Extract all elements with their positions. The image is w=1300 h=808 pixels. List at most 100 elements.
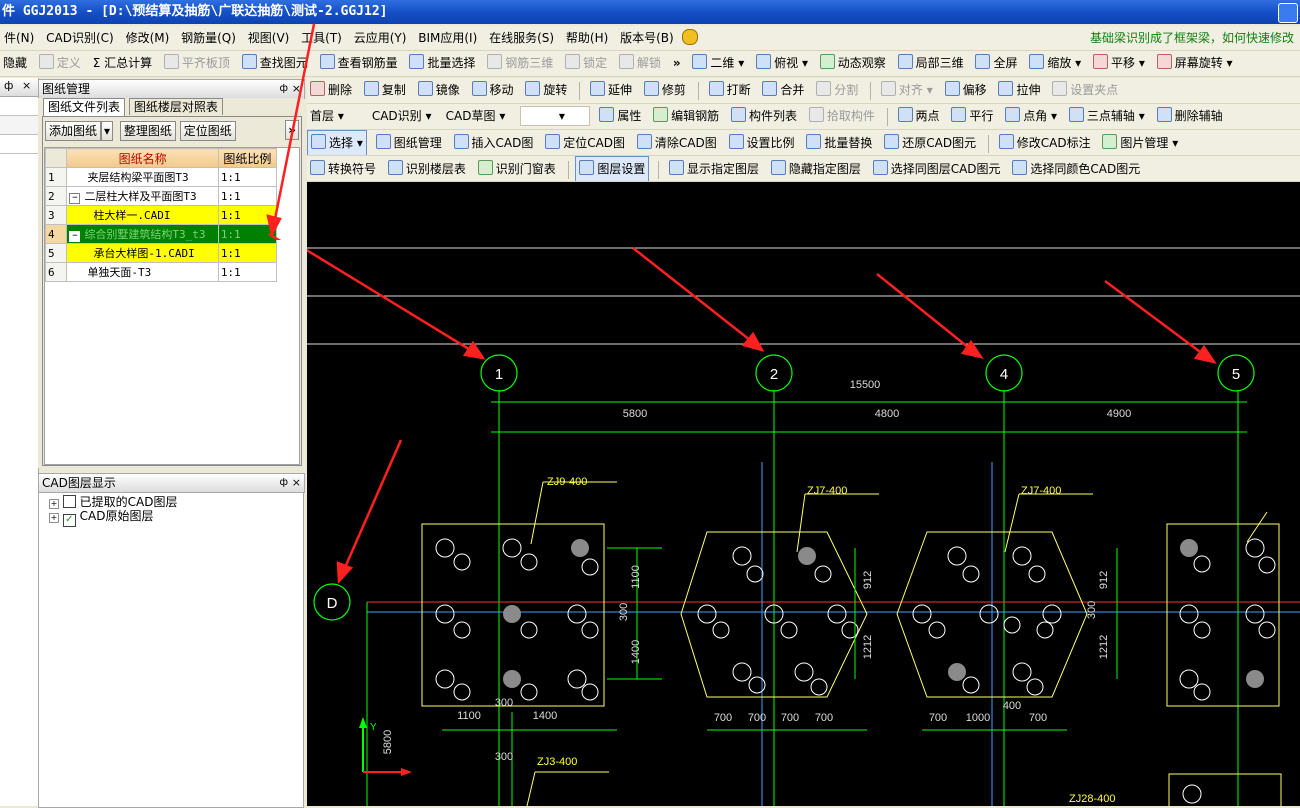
align-dropdown[interactable]: 对齐 ▾	[878, 78, 936, 103]
expand-icon[interactable]: +	[49, 499, 59, 509]
dynamic-view-button[interactable]: 动态观察	[817, 51, 889, 76]
close-icon[interactable]: ×	[292, 80, 301, 98]
user-avatar-icon[interactable]	[681, 29, 698, 45]
menu-cad-recognize[interactable]: CAD识别(C)	[42, 26, 118, 50]
merge-button[interactable]: 合并	[759, 78, 807, 103]
tab-floor-mapping[interactable]: 图纸楼层对照表	[128, 98, 223, 115]
table-row[interactable]: 5 承台大样图-1.CADI 1:1	[44, 243, 278, 263]
drawing-ratio-cell[interactable]: 1:1	[217, 186, 278, 206]
table-row[interactable]: 2 − 二层柱大样及平面图T3 1:1	[44, 186, 278, 206]
close-icon[interactable]: ×	[22, 79, 31, 92]
convert-symbol-button[interactable]: 转换符号	[307, 157, 379, 181]
component-select[interactable]: ▾	[520, 106, 591, 126]
sub-mode-select[interactable]: CAD草图 ▾	[443, 104, 515, 129]
three-point-aux-dropdown[interactable]: 三点辅轴 ▾	[1066, 104, 1148, 129]
hide-button[interactable]: 隐藏	[0, 51, 30, 76]
view-2d-dropdown[interactable]: 二维 ▾	[689, 51, 747, 76]
summary-calc-button[interactable]: Σ 汇总计算	[90, 51, 155, 76]
expand-icon[interactable]: +	[49, 513, 59, 523]
menu-file[interactable]: 件(N)	[0, 26, 38, 50]
add-drawing-dropdown-icon[interactable]: ▾	[101, 121, 114, 141]
recognize-floor-table-button[interactable]: 识别楼层表	[385, 157, 469, 181]
drawing-name-cell[interactable]: 单独天面-T3	[66, 262, 219, 282]
edit-rebar-button[interactable]: 编辑钢筋	[650, 104, 722, 129]
pick-component-button[interactable]: 拾取构件	[806, 104, 878, 129]
menu-online-service[interactable]: 在线服务(S)	[485, 26, 558, 50]
clear-cad-button[interactable]: 清除CAD图	[634, 131, 720, 155]
screen-rotate-dropdown[interactable]: 屏幕旋转 ▾	[1154, 51, 1236, 76]
drawing-name-cell[interactable]: 承台大样图-1.CADI	[66, 243, 219, 263]
locate-cad-button[interactable]: 定位CAD图	[542, 131, 628, 155]
menu-cloud[interactable]: 云应用(Y)	[350, 26, 411, 50]
batch-select-button[interactable]: 批量选择	[406, 51, 478, 76]
rotate-button[interactable]: 旋转	[522, 78, 570, 103]
offset-button[interactable]: 偏移	[942, 78, 990, 103]
table-row-selected[interactable]: 4 − 综合别墅建筑结构T3_t3 1:1	[44, 224, 278, 244]
delete-button[interactable]: 删除	[307, 78, 355, 103]
layer-tree-item[interactable]: + ✓ CAD原始图层	[49, 509, 154, 527]
menu-version[interactable]: 版本号(B)	[616, 26, 678, 50]
fullscreen-button[interactable]: 全屏	[972, 51, 1020, 76]
define-button[interactable]: 定义	[36, 51, 84, 76]
stretch-button[interactable]: 拉伸	[995, 78, 1043, 103]
pin-icon[interactable]: ф	[279, 474, 288, 492]
unlock-button[interactable]: 解锁	[616, 51, 664, 76]
menu-rebar-quantity[interactable]: 钢筋量(Q)	[177, 26, 240, 50]
left-dock-row[interactable]	[0, 135, 38, 154]
align-slab-top-button[interactable]: 平齐板顶	[161, 51, 233, 76]
organize-drawing-button[interactable]: 整理图纸	[119, 121, 176, 141]
component-list-button[interactable]: 构件列表	[728, 104, 800, 129]
point-angle-dropdown[interactable]: 点角 ▾	[1002, 104, 1060, 129]
mode-select[interactable]: CAD识别 ▾	[369, 104, 437, 129]
pin-icon[interactable]: ф	[4, 79, 13, 92]
drawing-name-cell[interactable]: 柱大样一.CADI	[66, 205, 219, 225]
show-layer-button[interactable]: 显示指定图层	[666, 157, 762, 181]
menu-help[interactable]: 帮助(H)	[562, 26, 612, 50]
left-dock-row[interactable]	[0, 116, 38, 135]
set-scale-button[interactable]: 设置比例	[726, 131, 798, 155]
image-manage-dropdown[interactable]: 图片管理 ▾	[1099, 131, 1181, 155]
window-control-button[interactable]	[1278, 3, 1298, 23]
move-button[interactable]: 移动	[469, 78, 517, 103]
pan-dropdown[interactable]: 平移 ▾	[1090, 51, 1148, 76]
drawing-ratio-cell[interactable]: 1:1	[217, 224, 278, 244]
menu-view[interactable]: 视图(V)	[244, 26, 294, 50]
find-element-button[interactable]: 查找图元	[239, 51, 311, 76]
insert-cad-button[interactable]: 插入CAD图	[451, 131, 537, 155]
panel-overflow-icon[interactable]: »	[285, 120, 299, 140]
layer-checkbox[interactable]	[62, 495, 76, 508]
menu-tools[interactable]: 工具(T)	[297, 26, 346, 50]
table-row[interactable]: 1 夹层结构梁平面图T3 1:1	[44, 167, 278, 187]
pin-icon[interactable]: ф	[279, 80, 288, 98]
restore-cad-button[interactable]: 还原CAD图元	[881, 131, 979, 155]
delete-aux-axis-button[interactable]: 删除辅轴	[1154, 104, 1226, 129]
table-row[interactable]: 3 柱大样一.CADI 1:1	[44, 205, 278, 225]
mirror-button[interactable]: 镜像	[415, 78, 463, 103]
layer-tree-item[interactable]: + 已提取的CAD图层	[49, 495, 178, 509]
column-header-ratio[interactable]: 图纸比例	[217, 148, 278, 168]
collapse-icon[interactable]: −	[69, 231, 81, 242]
select-dropdown[interactable]: 选择 ▾	[307, 130, 367, 155]
cad-canvas[interactable]: 1 2 4 5 D 15500 5800 4800 4900 ZJ9-400 Z…	[307, 182, 1300, 806]
rebar-3d-button[interactable]: 钢筋三维	[484, 51, 556, 76]
tab-file-list[interactable]: 图纸文件列表	[43, 98, 126, 116]
column-header-name[interactable]: 图纸名称	[66, 148, 219, 168]
drawing-name-cell[interactable]: 夹层结构梁平面图T3	[66, 167, 219, 187]
zoom-dropdown[interactable]: 缩放 ▾	[1026, 51, 1084, 76]
layer-checkbox-checked-icon[interactable]: ✓	[62, 514, 76, 527]
left-dock-row[interactable]	[0, 97, 38, 116]
layer-settings-button[interactable]: 图层设置	[575, 156, 650, 181]
collapse-icon[interactable]: −	[69, 193, 81, 204]
split-button[interactable]: 分割	[813, 78, 861, 103]
trim-button[interactable]: 修剪	[641, 78, 689, 103]
break-button[interactable]: 打断	[706, 78, 754, 103]
tip-notice[interactable]: 基础梁识别成了框架梁，如何快速修改	[1090, 26, 1294, 50]
locate-drawing-button[interactable]: 定位图纸	[179, 121, 236, 141]
drawing-ratio-cell[interactable]: 1:1	[217, 262, 278, 282]
hide-layer-button[interactable]: 隐藏指定图层	[768, 157, 864, 181]
recognize-door-window-button[interactable]: 识别门窗表	[475, 157, 559, 181]
select-same-color-button[interactable]: 选择同颜色CAD图元	[1009, 157, 1143, 181]
extend-button[interactable]: 延伸	[587, 78, 635, 103]
drawing-manage-button[interactable]: 图纸管理	[373, 131, 445, 155]
select-same-layer-button[interactable]: 选择同图层CAD图元	[870, 157, 1004, 181]
